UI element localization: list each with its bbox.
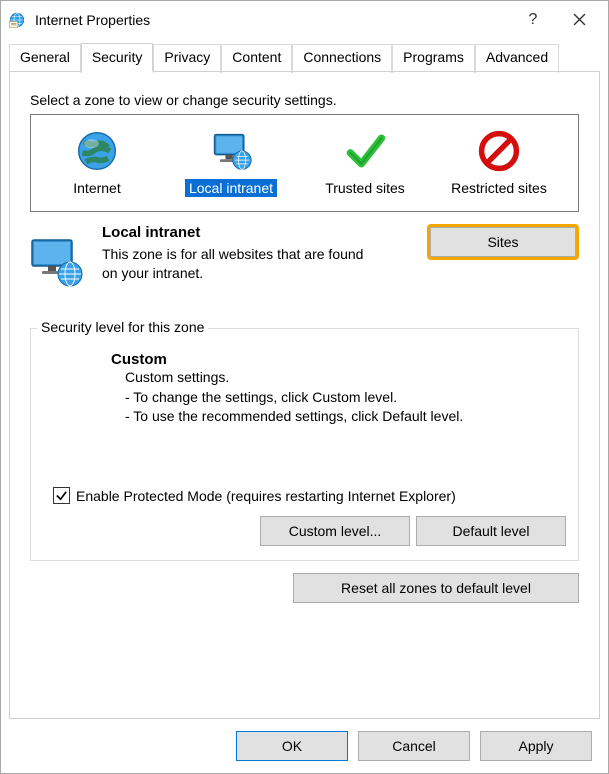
monitor-globe-icon [207,127,255,175]
zone-internet[interactable]: Internet [37,121,157,203]
titlebar: Internet Properties ? [1,1,608,38]
zone-instruction: Select a zone to view or change security… [30,92,579,108]
window-title: Internet Properties [35,12,510,28]
cancel-button[interactable]: Cancel [358,731,470,761]
zone-local-intranet[interactable]: Local intranet [171,121,291,203]
tab-connections[interactable]: Connections [292,44,392,73]
custom-level-button[interactable]: Custom level... [260,516,410,546]
zone-description: This zone is for all websites that are f… [102,245,372,283]
enable-protected-mode-checkbox[interactable] [53,487,70,504]
zone-info: Local intranet This zone is for all webs… [30,224,579,292]
zone-list[interactable]: Internet Local intranet [30,114,579,212]
custom-line: Custom settings. [125,368,566,388]
help-button[interactable]: ? [510,4,556,36]
apply-button[interactable]: Apply [480,731,592,761]
internet-properties-dialog: Internet Properties ? General Security P… [0,0,609,774]
security-panel: Select a zone to view or change security… [9,71,600,719]
zone-label: Trusted sites [321,179,409,197]
close-button[interactable] [556,4,602,36]
fieldset-legend: Security level for this zone [37,319,208,335]
ok-button[interactable]: OK [236,731,348,761]
zone-label: Restricted sites [447,179,551,197]
zone-trusted-sites[interactable]: Trusted sites [305,121,425,203]
default-level-button[interactable]: Default level [416,516,566,546]
prohibited-icon [475,127,523,175]
tab-general[interactable]: General [9,44,81,73]
checkbox-label: Enable Protected Mode (requires restarti… [76,488,456,504]
zone-label: Local intranet [185,179,277,197]
tab-privacy[interactable]: Privacy [153,44,221,73]
tab-content[interactable]: Content [221,44,292,73]
custom-line: - To change the settings, click Custom l… [125,388,566,408]
checkmark-icon [341,127,389,175]
sites-button[interactable]: Sites [430,227,576,257]
tab-advanced[interactable]: Advanced [475,44,559,73]
globe-icon [73,127,121,175]
zone-heading: Local intranet [102,224,411,241]
zone-restricted-sites[interactable]: Restricted sites [439,121,559,203]
dialog-buttons: OK Cancel Apply [1,719,608,773]
zone-label: Internet [69,179,124,197]
app-icon [7,10,27,30]
tab-security[interactable]: Security [81,43,154,72]
reset-zones-button[interactable]: Reset all zones to default level [293,573,579,603]
tabstrip: General Security Privacy Content Connect… [1,38,608,71]
custom-title: Custom [111,351,566,368]
custom-line: - To use the recommended settings, click… [125,407,566,427]
custom-settings-text: Custom Custom settings. - To change the … [111,351,566,427]
tab-programs[interactable]: Programs [392,44,475,73]
security-level-fieldset: Security level for this zone Custom Cust… [30,328,579,561]
monitor-globe-large-icon [26,232,86,292]
